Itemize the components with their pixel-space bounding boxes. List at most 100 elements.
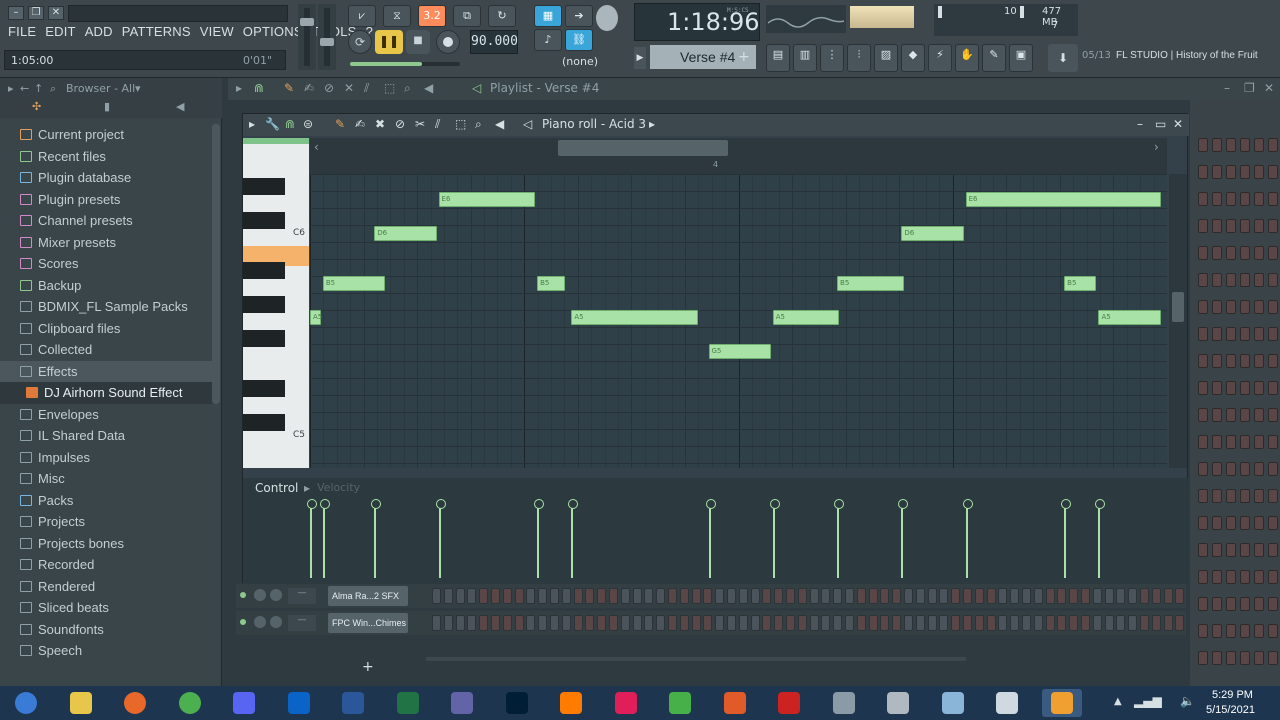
browser-item[interactable]: Effects [0, 360, 220, 382]
channel-led[interactable] [240, 592, 246, 598]
note[interactable]: E6 [965, 192, 1161, 207]
mixer-track-selector[interactable]: — [288, 615, 316, 631]
mixer-pad[interactable] [1226, 624, 1236, 638]
step-button[interactable] [526, 588, 536, 604]
note[interactable]: G5 [708, 344, 771, 359]
countdown-icon[interactable] [596, 5, 618, 31]
mixer-pad[interactable] [1212, 570, 1222, 584]
step-button[interactable] [845, 588, 854, 604]
step-button[interactable] [809, 615, 819, 631]
step-button[interactable] [750, 588, 760, 604]
mixer-pad[interactable] [1240, 219, 1250, 233]
camtasia-icon[interactable] [660, 689, 700, 717]
mixer-pad[interactable] [1212, 489, 1222, 503]
step-button[interactable] [1163, 615, 1173, 631]
step-button[interactable] [892, 615, 902, 631]
step-button[interactable] [998, 588, 1008, 604]
step-button[interactable] [868, 588, 878, 604]
step-button[interactable] [691, 615, 701, 631]
mixer-pad[interactable] [1226, 273, 1236, 287]
mixer-pad[interactable] [1226, 408, 1236, 422]
step-edit-button[interactable]: ➔ [565, 5, 593, 27]
mixer-pad[interactable] [1212, 624, 1222, 638]
step-button[interactable] [432, 588, 441, 604]
step-button[interactable] [821, 588, 831, 604]
mixer-pad[interactable] [1212, 408, 1222, 422]
note[interactable]: D6 [374, 226, 437, 241]
browser-item[interactable]: Channel presets [0, 210, 220, 232]
mixer-pad[interactable] [1226, 354, 1236, 368]
menu-add[interactable]: ADD [85, 24, 113, 39]
browser-back-icon[interactable]: ← [20, 82, 29, 95]
sublime-icon[interactable] [987, 689, 1027, 717]
black-key[interactable] [243, 178, 285, 195]
velocity-bar[interactable] [1095, 499, 1106, 578]
browser-item[interactable]: Current project [0, 124, 220, 146]
step-button[interactable] [1045, 588, 1055, 604]
control-arrow-icon[interactable]: ▸ [304, 481, 310, 495]
mixer-pad[interactable] [1212, 543, 1222, 557]
velocity-bar[interactable] [568, 499, 579, 578]
mixer-pad[interactable] [1212, 381, 1222, 395]
pr-select-icon[interactable]: ⬚ [455, 117, 466, 131]
pr-knife-icon[interactable]: ⫽ [435, 117, 440, 132]
step-button[interactable] [467, 615, 477, 631]
mixer-pad[interactable] [1240, 165, 1250, 179]
clock-time[interactable]: 5:29 PM [1212, 689, 1253, 701]
mixer-pad[interactable] [1268, 489, 1278, 503]
step-button[interactable] [1116, 588, 1126, 604]
playlist-max-icon[interactable]: ❐ [1244, 81, 1255, 95]
browser-item[interactable]: Soundfonts [0, 619, 220, 641]
mixer-pad[interactable] [1240, 597, 1250, 611]
step-button[interactable] [609, 588, 618, 604]
pr-brush-icon[interactable]: ✍ [355, 117, 365, 131]
step-button[interactable] [880, 615, 890, 631]
tray-arrow-icon[interactable]: ▲ [1114, 696, 1122, 707]
mixer-pad[interactable] [1268, 543, 1278, 557]
mixer-pad[interactable] [1268, 435, 1278, 449]
browser-scrollbar[interactable] [212, 124, 220, 404]
speaker-icon[interactable]: ◀ [176, 100, 184, 113]
note[interactable]: D6 [901, 226, 964, 241]
step-button[interactable] [868, 615, 878, 631]
mixer-pad[interactable] [1240, 624, 1250, 638]
select-icon[interactable]: ⬚ [384, 81, 395, 95]
velocity-lane[interactable] [307, 498, 1167, 580]
mixer-pad[interactable] [1226, 219, 1236, 233]
news-ticker[interactable]: FL STUDIO | History of the Fruit [1116, 50, 1258, 61]
mixer-pad[interactable] [1240, 516, 1250, 530]
step-button[interactable] [821, 615, 831, 631]
photoshop-icon[interactable] [497, 689, 537, 717]
step-button[interactable] [1092, 615, 1102, 631]
clock-date[interactable]: 5/15/2021 [1206, 704, 1255, 716]
step-button[interactable] [750, 615, 760, 631]
mixer-pad[interactable] [1198, 570, 1208, 584]
touch-keyboard-icon[interactable]: ▣ [1009, 44, 1033, 72]
step-button[interactable] [443, 588, 453, 604]
browser-item[interactable]: Backup [0, 275, 220, 297]
step-button[interactable] [1057, 588, 1067, 604]
mixer-pad[interactable] [1268, 408, 1278, 422]
piano-roll-icon[interactable]: ▥ [793, 44, 817, 72]
step-button[interactable] [1140, 588, 1149, 604]
step-button[interactable] [573, 615, 583, 631]
step-button[interactable] [1022, 615, 1031, 631]
pr-title-arrow-icon[interactable]: ▸ [649, 117, 655, 131]
step-button[interactable] [727, 615, 736, 631]
mixer-pad[interactable] [1226, 381, 1236, 395]
record-button[interactable] [436, 30, 460, 54]
mixer-pad[interactable] [1212, 516, 1222, 530]
mixer-pad[interactable] [1198, 651, 1208, 665]
mixer-pad[interactable] [1226, 300, 1236, 314]
mixer-pad[interactable] [1226, 327, 1236, 341]
note[interactable]: B5 [537, 276, 566, 291]
mixer-pad[interactable] [1268, 300, 1278, 314]
mixer-pad[interactable] [1268, 354, 1278, 368]
menu-options[interactable]: OPTIONS [243, 24, 303, 39]
velocity-bar[interactable] [307, 499, 317, 578]
step-button[interactable] [609, 615, 618, 631]
mixer-track-selector[interactable]: — [288, 588, 316, 604]
step-button[interactable] [809, 588, 819, 604]
step-button[interactable] [1151, 588, 1161, 604]
step-button[interactable] [1175, 615, 1185, 631]
